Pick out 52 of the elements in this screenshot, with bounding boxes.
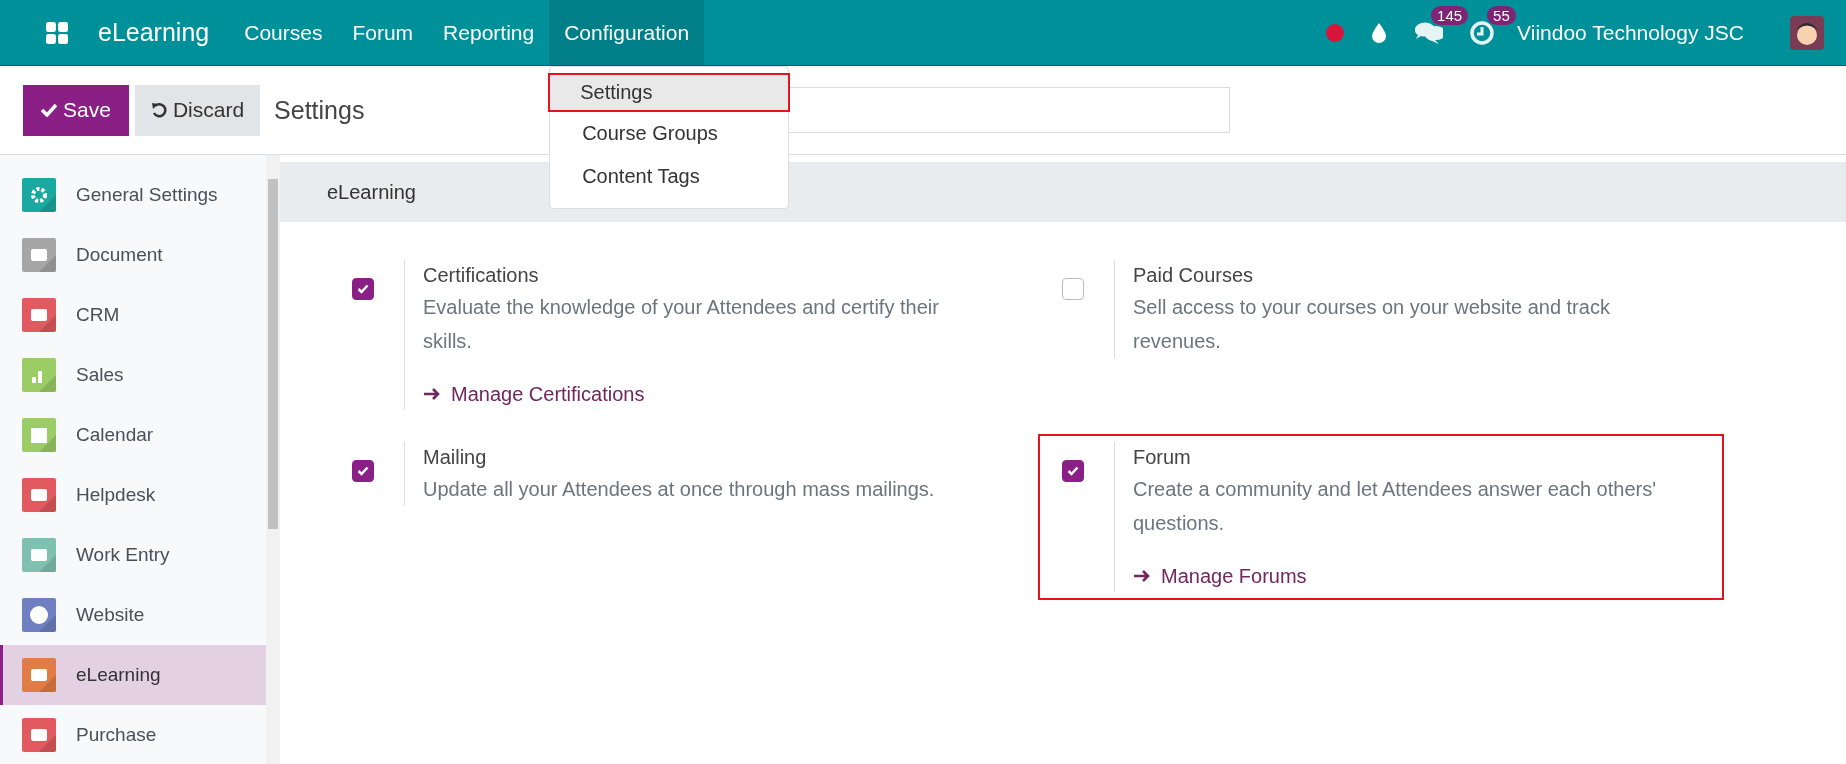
sidebar-item[interactable]: General Settings <box>0 165 266 225</box>
settings-link[interactable]: Manage Certifications <box>423 378 645 410</box>
menu-item[interactable]: Reporting <box>428 0 550 65</box>
count-badge: 145 <box>1431 5 1469 25</box>
setting-title: Certifications <box>423 263 540 288</box>
setting-description: Update all your Attendees at once through mass mailings. <box>423 477 936 502</box>
checkmark-icon <box>1067 466 1079 476</box>
sidebar-item[interactable]: Purchase <box>0 705 266 764</box>
discard-button[interactable]: Discard <box>134 84 261 136</box>
checkmark-icon <box>357 466 369 476</box>
arrow-icon <box>423 387 441 401</box>
setting-description: Create a community and let Attendees answer each others' questions. <box>1133 477 1657 536</box>
sidebar-item[interactable]: Website <box>0 585 266 645</box>
dropdown-item[interactable]: Settings <box>548 73 791 112</box>
app-name[interactable]: eLearning <box>98 18 210 47</box>
setting-title: Mailing <box>423 445 488 470</box>
clock-icon[interactable] <box>1469 19 1496 46</box>
sidebar-item[interactable]: Helpdesk <box>0 465 266 525</box>
checkbox[interactable] <box>1062 460 1084 482</box>
checkmark-icon <box>41 103 57 117</box>
count-badge: 55 <box>1487 5 1516 25</box>
sidebar-item[interactable]: Sales <box>0 345 266 405</box>
checkbox[interactable] <box>352 460 374 482</box>
dropdown-item[interactable]: Content Tags <box>550 155 789 198</box>
setting-title: Paid Courses <box>1133 263 1255 288</box>
setting-title: Forum <box>1133 445 1192 470</box>
arrow-icon <box>1133 569 1151 583</box>
checkbox[interactable] <box>352 278 374 300</box>
menu-item[interactable]: Courses <box>229 0 338 65</box>
sidebar-item[interactable]: eLearning <box>0 645 266 705</box>
menu-item[interactable]: Configuration <box>549 0 705 65</box>
save-button[interactable]: Save <box>23 84 129 136</box>
page-title: Settings <box>274 95 366 125</box>
checkmark-icon <box>357 284 369 294</box>
status-dot-icon[interactable] <box>1325 22 1346 43</box>
setting-description: Evaluate the knowledge of your Attendees and certify their skills. <box>423 295 940 354</box>
company-name[interactable]: Viindoo Technology JSC <box>1517 20 1744 45</box>
sidebar-item[interactable]: Document <box>0 225 266 285</box>
dropdown-item[interactable]: Course Groups <box>550 112 789 155</box>
drop-icon[interactable] <box>1371 21 1388 44</box>
section-title: eLearning <box>327 180 416 204</box>
setting-description: Sell access to your courses on your website and track revenues. <box>1133 295 1611 354</box>
sidebar-item[interactable]: Calendar <box>0 405 266 465</box>
scrollbar[interactable] <box>266 155 280 764</box>
sidebar-item[interactable]: CRM <box>0 285 266 345</box>
avatar-icon[interactable] <box>1790 15 1824 50</box>
app-grid-icon[interactable] <box>46 21 68 44</box>
checkbox[interactable] <box>1062 278 1084 300</box>
sidebar-item[interactable]: Work Entry <box>0 525 266 585</box>
settings-link[interactable]: Manage Forums <box>1133 560 1307 592</box>
undo-icon <box>150 102 167 118</box>
menu-item[interactable]: Forum <box>337 0 429 65</box>
